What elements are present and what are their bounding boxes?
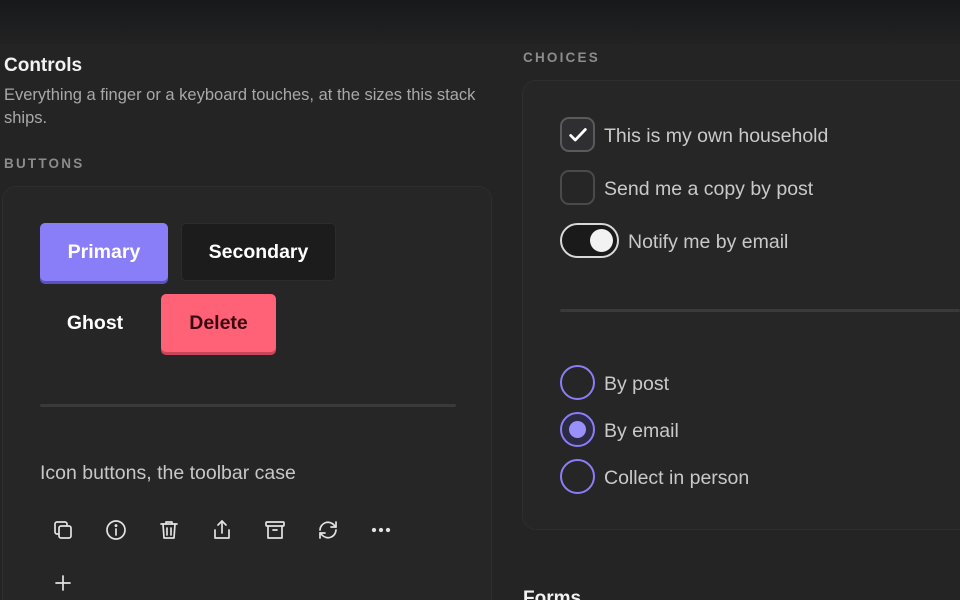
radio-by-post-label: By post — [604, 373, 670, 395]
toggle-knob — [590, 229, 613, 252]
radio-collect-in-person-label: Collect in person — [604, 467, 750, 489]
radio-selected-dot — [569, 421, 586, 438]
plus-icon[interactable] — [46, 566, 80, 600]
trash-icon[interactable] — [152, 513, 186, 547]
refresh-icon[interactable] — [311, 513, 345, 547]
info-icon[interactable] — [99, 513, 133, 547]
household-checkbox-label: This is my own household — [604, 125, 829, 147]
radio-collect-in-person[interactable] — [560, 459, 595, 494]
post-copy-checkbox[interactable] — [560, 170, 595, 205]
buttons-divider — [40, 404, 456, 407]
icon-buttons-heading: Icon buttons, the toolbar case — [40, 462, 296, 484]
post-copy-checkbox-label: Send me a copy by post — [604, 178, 814, 200]
email-notify-toggle[interactable] — [560, 223, 619, 258]
email-notify-toggle-label: Notify me by email — [628, 231, 789, 253]
delete-button[interactable]: Delete — [161, 294, 276, 352]
radio-by-email-label: By email — [604, 420, 679, 442]
copy-icon[interactable] — [46, 513, 80, 547]
secondary-button[interactable]: Secondary — [181, 223, 336, 281]
archive-icon[interactable] — [258, 513, 292, 547]
buttons-section-label: BUTTONS — [4, 156, 85, 171]
choices-divider — [560, 309, 960, 312]
check-icon — [569, 128, 587, 142]
choices-section-label: CHOICES — [523, 50, 600, 65]
page-description: Everything a finger or a keyboard touche… — [4, 86, 476, 127]
share-icon[interactable] — [205, 513, 239, 547]
window-top-bar — [0, 0, 960, 44]
more-icon[interactable] — [364, 513, 398, 547]
ghost-button[interactable]: Ghost — [40, 294, 150, 352]
radio-by-post[interactable] — [560, 365, 595, 400]
page-title: Controls — [4, 55, 83, 76]
forms-heading: Forms — [523, 588, 582, 600]
radio-by-email[interactable] — [560, 412, 595, 447]
primary-button[interactable]: Primary — [40, 223, 168, 281]
household-checkbox[interactable] — [560, 117, 595, 152]
